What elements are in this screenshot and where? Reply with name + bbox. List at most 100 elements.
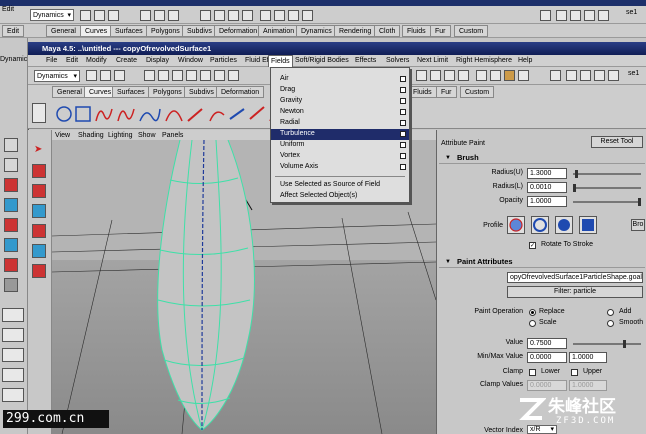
main-render-globals-icon[interactable] — [518, 70, 529, 81]
vortex-options-box[interactable] — [400, 153, 406, 159]
main-snap-grid-icon[interactable] — [416, 70, 427, 81]
fields-item-newton[interactable]: Newton — [271, 107, 409, 118]
scale-tool-icon[interactable] — [4, 238, 18, 252]
gaussian-brush-icon[interactable] — [507, 216, 525, 234]
radius-l-slider[interactable] — [573, 184, 641, 192]
square-brush-icon[interactable] — [579, 216, 597, 234]
radius-l-field[interactable]: 0.0010 — [527, 182, 567, 193]
paint-op-add-radio[interactable] — [607, 309, 614, 316]
fields-item-radial[interactable]: Radial — [271, 118, 409, 129]
menu-soft-rigid-bodies[interactable]: Soft/Rigid Bodies — [295, 55, 349, 67]
menu-next-limit[interactable]: Next Limit — [417, 55, 448, 67]
select-tool-icon[interactable] — [4, 138, 18, 152]
back-tab-rendering[interactable]: Rendering — [334, 25, 377, 37]
main-ipr-icon[interactable] — [504, 70, 515, 81]
main-save-scene-icon[interactable] — [114, 70, 125, 81]
back-tab-dynamics[interactable]: Dynamics — [296, 25, 337, 37]
tab-surfaces[interactable]: Surfaces — [112, 86, 150, 98]
ipr-render-icon[interactable] — [288, 10, 299, 21]
brush-section-header[interactable]: Brush — [439, 152, 645, 164]
radius-u-field[interactable]: 1.3000 — [527, 168, 567, 179]
main-clapper-icon-2[interactable] — [580, 70, 591, 81]
fields-item-drag[interactable]: Drag — [271, 85, 409, 96]
construction-history-icon[interactable] — [260, 10, 271, 21]
paint-op-replace-radio[interactable] — [529, 309, 536, 316]
volume-axis-options-box[interactable] — [400, 164, 406, 170]
layout-outliner-icon[interactable] — [2, 368, 24, 382]
move-tool-icon[interactable] — [4, 198, 18, 212]
tab-custom[interactable]: Custom — [460, 86, 495, 98]
menu-help[interactable]: Help — [518, 55, 532, 67]
value-field[interactable]: 0.7500 — [527, 338, 567, 349]
menu-particles[interactable]: Particles — [210, 55, 237, 67]
main-mask-icon-2[interactable] — [200, 70, 211, 81]
gravity-options-box[interactable] — [400, 98, 406, 104]
vp-paint-icon[interactable] — [32, 184, 46, 198]
main-mask-icon-4[interactable] — [228, 70, 239, 81]
soft-brush-icon[interactable] — [531, 216, 549, 234]
tab-general[interactable]: General — [52, 86, 87, 98]
fields-item-turbulence[interactable]: Turbulence — [271, 129, 409, 140]
main-select-component-icon[interactable] — [172, 70, 183, 81]
snap-curve-icon[interactable] — [214, 10, 225, 21]
solid-brush-icon[interactable] — [555, 216, 573, 234]
paint-op-smooth-radio[interactable] — [607, 320, 614, 327]
clapper-icon-4[interactable] — [598, 10, 609, 21]
back-tab-fur[interactable]: Fur — [430, 25, 451, 37]
vp-manip-icon[interactable] — [32, 264, 46, 278]
back-tab-surfaces[interactable]: Surfaces — [110, 25, 148, 37]
radius-u-slider[interactable] — [573, 170, 641, 178]
fields-item-air[interactable]: Air — [271, 74, 409, 85]
filter-particle-button[interactable]: Filter: particle — [507, 286, 643, 298]
max-value-field[interactable]: 1.0000 — [569, 352, 607, 363]
shelf-menu-icon[interactable] — [32, 103, 46, 123]
back-tab-animation[interactable]: Animation — [258, 25, 300, 37]
back-menu-edit[interactable]: Edit — [2, 6, 14, 13]
menu-modify[interactable]: Modify — [86, 55, 107, 67]
vp-move-icon[interactable] — [32, 204, 46, 218]
lasso-tool-icon[interactable] — [4, 158, 18, 172]
layout-side-icon[interactable] — [2, 348, 24, 362]
radius-u-slider-thumb[interactable] — [575, 170, 578, 178]
main-clapper-icon-1[interactable] — [566, 70, 577, 81]
clapper-icon-2[interactable] — [570, 10, 581, 21]
main-mode-dropdown[interactable]: Dynamics — [34, 70, 80, 82]
rotate-to-stroke-checkbox[interactable]: ✓ — [529, 242, 536, 249]
main-select-object-icon[interactable] — [158, 70, 169, 81]
clamp-upper-checkbox[interactable] — [571, 369, 578, 376]
main-snap-curve-icon[interactable] — [430, 70, 441, 81]
back-tab-subdivs[interactable]: Subdivs — [182, 25, 217, 37]
select-hierarchy-icon[interactable] — [140, 10, 151, 21]
paint-attributes-section-header[interactable]: Paint Attributes — [439, 256, 645, 268]
clamp-lower-checkbox[interactable] — [529, 369, 536, 376]
back-tab-deformation[interactable]: Deformation — [214, 25, 263, 37]
vp-rotate-icon[interactable] — [32, 224, 46, 238]
fields-item-vortex[interactable]: Vortex — [271, 151, 409, 162]
opacity-slider[interactable] — [573, 198, 641, 206]
main-history-icon[interactable] — [476, 70, 487, 81]
min-value-field[interactable]: 0.0000 — [527, 352, 567, 363]
menu-effects[interactable]: Effects — [355, 55, 376, 67]
vp-lasso-icon[interactable] — [32, 164, 46, 178]
menu-right-hemisphere[interactable]: Right Hemisphere — [456, 55, 512, 67]
main-new-scene-icon[interactable] — [86, 70, 97, 81]
layout-single-icon[interactable] — [2, 308, 24, 322]
opacity-slider-thumb[interactable] — [638, 198, 641, 206]
manipulator-tool-icon[interactable] — [4, 258, 18, 272]
newton-options-box[interactable] — [400, 109, 406, 115]
render-globals-icon[interactable] — [302, 10, 313, 21]
radius-l-slider-thumb[interactable] — [573, 184, 576, 192]
main-select-hierarchy-icon[interactable] — [144, 70, 155, 81]
back-tab-custom[interactable]: Custom — [454, 25, 489, 37]
value-slider-thumb[interactable] — [623, 340, 626, 348]
save-scene-icon[interactable] — [108, 10, 119, 21]
clapper-icon-1[interactable] — [556, 10, 567, 21]
tab-deformation[interactable]: Deformation — [216, 86, 265, 98]
back-mode-dropdown[interactable]: Dynamics — [30, 9, 74, 21]
new-scene-icon[interactable] — [80, 10, 91, 21]
snap-grid-icon[interactable] — [200, 10, 211, 21]
back-tab-curves[interactable]: Curves — [80, 25, 113, 37]
menu-edit[interactable]: Edit — [66, 55, 78, 67]
fields-item-affect-selected[interactable]: Affect Selected Object(s) — [271, 191, 409, 202]
menu-solvers[interactable]: Solvers — [386, 55, 409, 67]
